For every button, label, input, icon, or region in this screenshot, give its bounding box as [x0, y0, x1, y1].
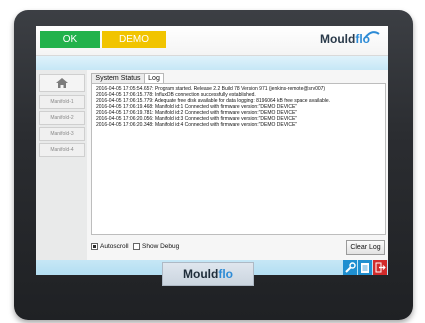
home-icon — [56, 78, 68, 88]
top-bar: OK DEMO Mouldflo — [36, 26, 388, 56]
screen: OK DEMO Mouldflo Manifold-1 Manifold-2 M… — [36, 26, 388, 275]
sidebar-item-manifold-1[interactable]: Manifold-1 — [39, 95, 85, 109]
log-textarea[interactable]: 2016-04-05 17:05:54.657: Program started… — [91, 83, 386, 235]
demo-button[interactable]: DEMO — [102, 31, 166, 48]
clear-log-button[interactable]: Clear Log — [346, 240, 385, 255]
autoscroll-label: Autoscroll — [100, 243, 129, 251]
logo-swoosh-icon — [364, 31, 380, 39]
bezel-brand-accent: flo — [218, 267, 233, 281]
brand-logo: Mouldflo — [320, 32, 370, 48]
sidebar-item-manifold-4[interactable]: Manifold-4 — [39, 143, 85, 157]
autoscroll-checkbox-box[interactable] — [91, 243, 98, 250]
bezel-brand-main: Mould — [183, 267, 219, 281]
wrench-icon[interactable] — [343, 260, 357, 275]
brand-main-text: Mould — [320, 32, 356, 46]
header-band — [36, 56, 388, 70]
sidebar-item-manifold-3[interactable]: Manifold-3 — [39, 127, 85, 141]
sidebar: Manifold-1 Manifold-2 Manifold-3 Manifol… — [36, 70, 87, 260]
home-button[interactable] — [39, 74, 85, 92]
show-debug-checkbox[interactable]: Show Debug — [133, 243, 179, 251]
main-content: System Status Log 2016-04-05 17:05:54.65… — [87, 70, 388, 260]
notepad-icon[interactable] — [358, 260, 372, 275]
exit-icon[interactable] — [373, 260, 387, 275]
log-line: 2016-04-05 17:06:20.348: Manifold id:4 C… — [96, 122, 298, 128]
ok-button[interactable]: OK — [40, 31, 100, 48]
show-debug-label: Show Debug — [142, 243, 180, 251]
bezel-logo: Mouldflo — [162, 262, 254, 286]
log-controls: Autoscroll Show Debug Clear Log — [91, 240, 386, 255]
autoscroll-checkbox[interactable]: Autoscroll — [91, 243, 129, 251]
sidebar-item-manifold-2[interactable]: Manifold-2 — [39, 111, 85, 125]
show-debug-checkbox-box[interactable] — [133, 243, 140, 250]
